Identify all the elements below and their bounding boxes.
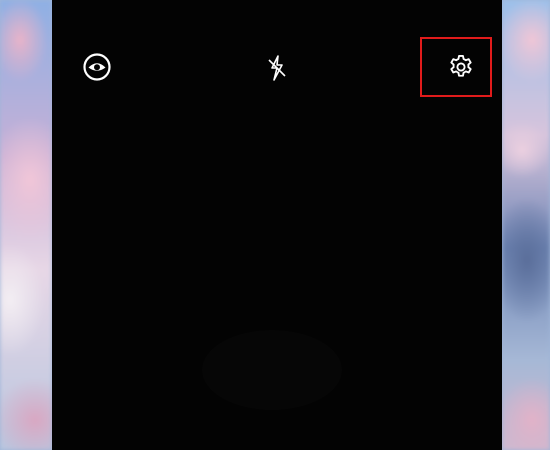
flash-toggle-button[interactable] (263, 52, 291, 84)
wallpaper-left (0, 0, 52, 450)
viewfinder-shadow (202, 330, 342, 410)
camera-top-toolbar (52, 0, 502, 100)
gear-icon (450, 54, 472, 77)
wallpaper-right (502, 0, 550, 450)
flash-off-icon (268, 55, 286, 81)
camera-viewfinder[interactable] (52, 0, 502, 450)
settings-button[interactable] (444, 50, 478, 84)
lens-mode-button[interactable] (80, 50, 114, 84)
lens-eye-icon (83, 53, 111, 81)
